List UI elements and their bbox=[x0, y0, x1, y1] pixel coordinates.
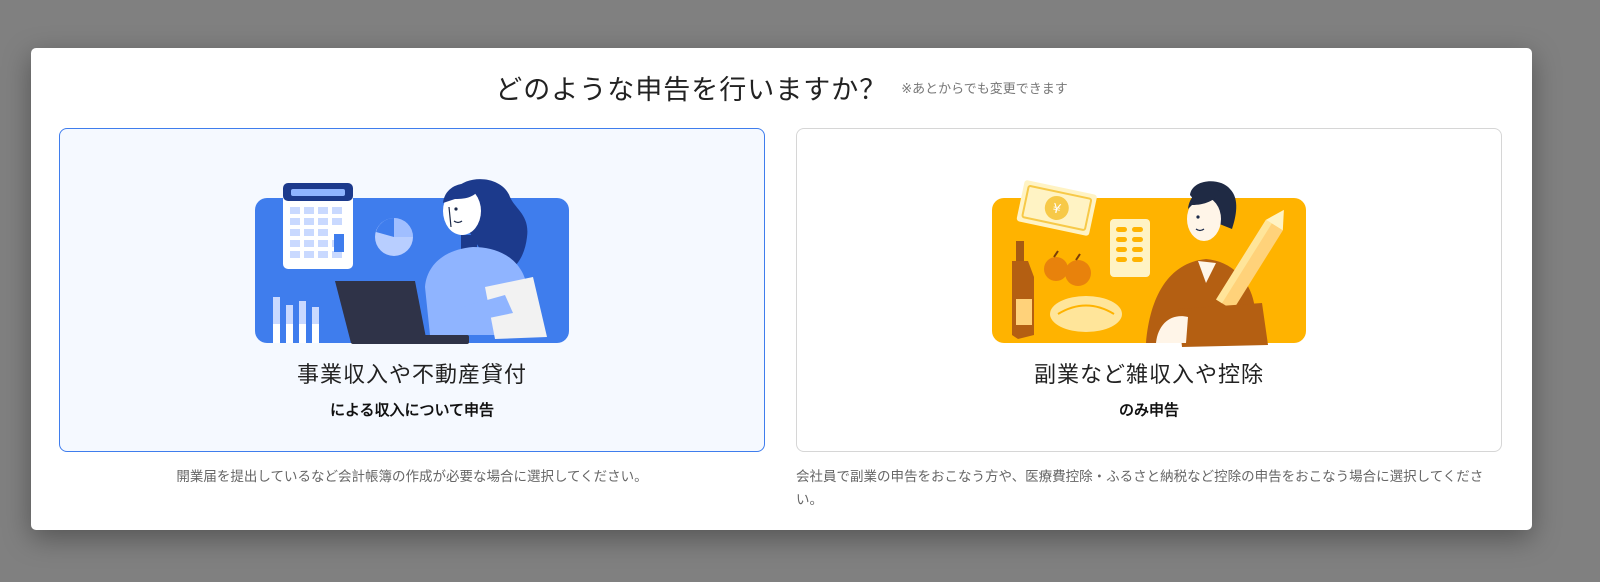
option-side-description: 会社員で副業の申告をおこなう方や、医療費控除・ふるさと納税など控除の申告をおこな… bbox=[796, 469, 1484, 508]
option-business-income[interactable]: 事業収入や不動産貸付 による収入について申告 bbox=[59, 128, 765, 452]
option-subtitle: による収入について申告 bbox=[329, 401, 495, 419]
option-side-income[interactable]: ¥ 副業など雑収入や控除 のみ申告 bbox=[796, 128, 1502, 452]
dialog-heading: どのような申告を行いますか？ ※あとからでも変更できます bbox=[31, 68, 1532, 107]
side-income-illustration: ¥ bbox=[992, 180, 1306, 347]
option-title: 副業など雑収入や控除 bbox=[1033, 363, 1264, 388]
option-subtitle: のみ申告 bbox=[1118, 401, 1179, 419]
option-business-description: 開業届を提出しているなど会計帳簿の作成が必要な場合に選択してください。 bbox=[176, 469, 648, 485]
dialog-title: どのような申告を行いますか？ bbox=[495, 75, 888, 106]
business-income-illustration bbox=[255, 179, 569, 344]
dialog-note: ※あとからでも変更できます bbox=[901, 82, 1068, 97]
option-title: 事業収入や不動産貸付 bbox=[296, 363, 527, 388]
filing-type-dialog: どのような申告を行いますか？ ※あとからでも変更できます 事業収入や不動産貸付 … bbox=[31, 48, 1532, 530]
